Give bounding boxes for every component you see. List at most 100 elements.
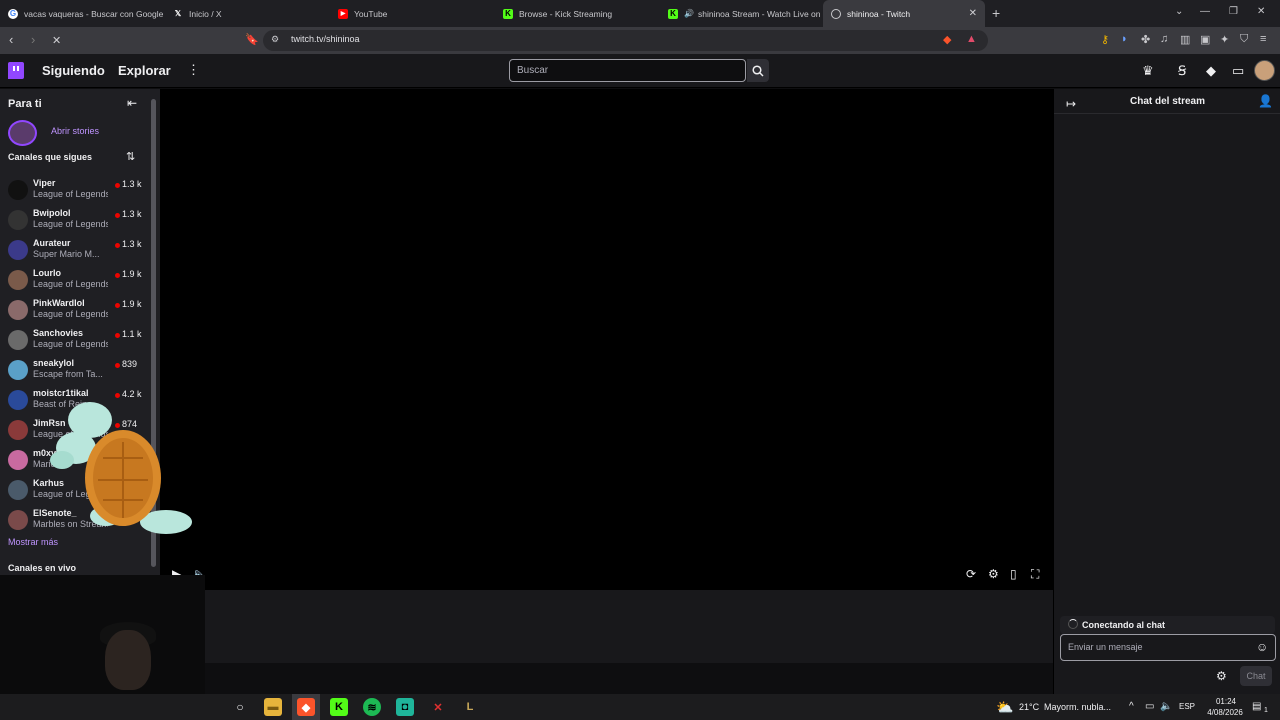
file-explorer-icon[interactable]: ▬ (264, 698, 282, 716)
chat-send-button[interactable]: Chat (1240, 666, 1272, 686)
brave-icon[interactable]: ◆ (297, 698, 315, 716)
language-indicator[interactable]: ESP (1179, 702, 1195, 711)
brave-rewards-icon[interactable]: ▲ (966, 33, 977, 45)
sidebar-title: Para ti (8, 98, 42, 110)
new-tab-button[interactable]: + (992, 5, 1000, 21)
prime-icon[interactable]: ▭ (1232, 63, 1244, 79)
back-button[interactable]: ‹ (9, 32, 13, 47)
channel-name: PinkWardlol (33, 298, 85, 308)
viewer-count: 1.9 k (122, 269, 142, 279)
weather-text[interactable]: Mayorm. nubla... (1044, 702, 1111, 712)
minimize-button[interactable]: — (1200, 6, 1210, 17)
live-indicator (115, 303, 120, 308)
bookmark-icon[interactable]: 🔖 (245, 33, 259, 46)
url-text[interactable]: twitch.tv/shininoa (291, 34, 360, 44)
channel-avatar (8, 330, 28, 350)
video-player[interactable] (160, 89, 1053, 590)
ai-icon[interactable]: ✦ (1220, 33, 1229, 46)
fullscreen-icon[interactable]: ⛶ (1031, 567, 1039, 582)
live-channels-title: Canales en vivo (8, 563, 77, 573)
channel-game: League of Legends (33, 189, 108, 199)
emoji-icon[interactable]: ☺ (1256, 640, 1268, 654)
live-indicator (115, 213, 120, 218)
browser-tab[interactable]: ▶ YouTube (330, 0, 495, 27)
clock-date[interactable]: 4/08/2026 (1202, 708, 1248, 717)
sidebar-icon[interactable]: ▥ (1180, 33, 1190, 46)
browser-tab-active[interactable]: shininoa - Twitch ✕ (823, 0, 985, 27)
channel-name: Sanchovies (33, 328, 84, 338)
translate-icon[interactable]: Ꞩ (1178, 63, 1186, 79)
speaker-tray-icon[interactable]: 🔈 (1160, 701, 1172, 712)
collapse-sidebar-icon[interactable]: ⇤ (127, 96, 137, 110)
windows-taskbar: ○ ▬ ◆ K ≋ ◘ ✕ L ⛅ 21°C Mayorm. nubla... … (0, 694, 1280, 720)
spotify-icon[interactable]: ≋ (363, 698, 381, 716)
chat-settings-icon[interactable]: ⚙ (1216, 669, 1227, 683)
tab-search-icon[interactable]: ⌄ (1175, 6, 1183, 17)
vpn-icon[interactable]: ⛉ (1240, 33, 1248, 46)
league-icon[interactable]: L (461, 698, 479, 716)
live-indicator (115, 273, 120, 278)
settings-icon[interactable]: ⚙ (988, 567, 999, 581)
sidebar-channel-item[interactable]: PinkWardlol League of Legends 1.9 k (0, 296, 152, 326)
maximize-button[interactable]: ❐ (1229, 6, 1238, 17)
crown-icon[interactable]: ♛ (1142, 63, 1154, 79)
channel-name: Lourlo (33, 268, 61, 278)
avatar[interactable] (1254, 60, 1275, 81)
theatre-mode-icon[interactable]: ▯ (1010, 567, 1017, 581)
chat-input[interactable]: Enviar un mensaje (1060, 634, 1276, 661)
more-menu-icon[interactable]: ⋮ (187, 62, 200, 78)
weather-temp[interactable]: 21°C (1019, 702, 1039, 712)
menu-icon[interactable]: ≡ (1260, 33, 1266, 45)
clock-time[interactable]: 01:24 (1208, 697, 1244, 706)
channel-avatar (8, 510, 28, 530)
channel-game: Super Mario M... (33, 249, 100, 259)
tray-chevron-icon[interactable]: ^ (1129, 701, 1134, 712)
site-info-icon[interactable]: ⚙ (271, 34, 279, 45)
close-tab-icon[interactable]: ✕ (969, 8, 977, 19)
close-window-button[interactable]: ✕ (1257, 6, 1265, 17)
following-link[interactable]: Siguiendo (42, 63, 105, 78)
brave-shields-icon[interactable]: ◆ (943, 33, 951, 46)
riot-icon[interactable]: ✕ (429, 698, 447, 716)
explore-link[interactable]: Explorar (118, 63, 171, 78)
sidebar-channel-item[interactable]: Bwipolol League of Legends 1.3 k (0, 206, 152, 236)
wallet-icon[interactable]: ▣ (1200, 33, 1210, 46)
browser-tab[interactable]: K 🔊 shininoa Stream - Watch Live on (660, 0, 823, 27)
sidebar-channel-item[interactable]: Viper League of Legends 1.3 k (0, 176, 152, 206)
sidebar-channel-item[interactable]: Sanchovies League of Legends 1.1 k (0, 326, 152, 356)
weather-icon[interactable]: ⛅ (996, 699, 1013, 716)
browser-tab[interactable]: K Browse - Kick Streaming (495, 0, 660, 27)
extensions-icon[interactable]: ✤ (1141, 33, 1150, 46)
community-icon[interactable]: 👤 (1258, 94, 1273, 108)
bits-icon[interactable]: ◆ (1206, 63, 1216, 79)
squirtle-sticker (50, 402, 192, 534)
browser-tab[interactable]: 𝕏 Inicio / X (165, 0, 330, 27)
search-input[interactable]: Buscar (509, 59, 746, 82)
live-indicator (115, 363, 120, 368)
sidebar-channel-item[interactable]: sneakylol Escape from Ta... 839 (0, 356, 152, 386)
sort-icon[interactable]: ⇅ (126, 150, 135, 163)
stories-avatar[interactable] (8, 120, 37, 146)
refresh-icon[interactable]: ⟳ (966, 567, 976, 581)
sidebar-channel-item[interactable]: Lourlo League of Legends 1.9 k (0, 266, 152, 296)
network-icon[interactable]: ▭ (1145, 701, 1154, 712)
browser-tab[interactable]: G vacas vaqueras - Buscar con Google (0, 0, 165, 27)
channel-avatar (8, 210, 28, 230)
open-stories-link[interactable]: Abrir stories (51, 126, 99, 136)
notification-icon[interactable]: ▤ (1252, 701, 1261, 712)
search-button[interactable] (747, 59, 769, 82)
kick-app-icon[interactable]: K (330, 698, 348, 716)
address-bar[interactable]: ⚙ twitch.tv/shininoa (263, 30, 988, 51)
channel-name: Bwipolol (33, 208, 71, 218)
app-icon[interactable]: ◘ (396, 698, 414, 716)
youtube-icon: ▶ (338, 8, 348, 19)
extension-icon[interactable]: ◗ (1121, 33, 1128, 45)
forward-button[interactable]: › (31, 32, 35, 47)
stop-loading-button[interactable]: ✕ (52, 34, 61, 47)
channel-avatar (8, 390, 28, 410)
twitch-logo-icon[interactable] (8, 62, 24, 79)
search-circle-icon[interactable]: ○ (231, 698, 249, 716)
music-icon[interactable]: ♫ (1160, 33, 1168, 45)
sidebar-channel-item[interactable]: Aurateur Super Mario M... 1.3 k (0, 236, 152, 266)
key-icon[interactable]: ⚷ (1101, 33, 1109, 46)
